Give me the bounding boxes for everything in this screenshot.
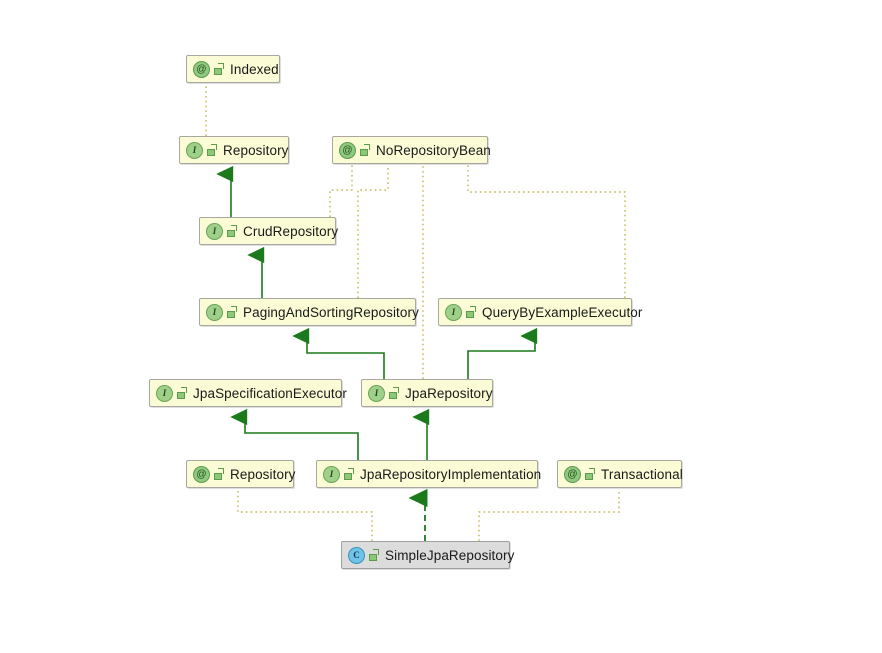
public-lock-icon (227, 306, 238, 318)
edge-crudrepository-norepositorybean (329, 165, 353, 217)
edge-pagingandsorting-norepositorybean (357, 165, 389, 298)
public-lock-icon (585, 468, 596, 480)
public-lock-icon (360, 144, 371, 156)
public-lock-icon (344, 468, 355, 480)
node-label: Transactional (601, 466, 683, 482)
annotation-icon: @ (193, 465, 210, 483)
node-label: SimpleJpaRepository (385, 547, 515, 563)
node-label: CrudRepository (243, 223, 339, 239)
node-repository-annotation[interactable]: @ Repository (186, 460, 296, 488)
public-lock-icon (207, 144, 218, 156)
edge-simplejparepository-transactional (478, 489, 620, 541)
node-repository-interface[interactable]: I Repository (179, 136, 289, 164)
public-lock-icon (214, 468, 225, 480)
interface-icon: I (445, 303, 462, 321)
edge-querybyexample-norepositorybean (467, 165, 626, 298)
public-lock-icon (369, 549, 380, 561)
public-lock-icon (214, 63, 225, 75)
class-icon: C (348, 546, 365, 564)
annotation-icon: @ (564, 465, 581, 483)
public-lock-icon (177, 387, 188, 399)
node-norepositorybean[interactable]: @ NoRepositoryBean (332, 136, 491, 164)
edge-jparepository-pagingandsorting (292, 327, 385, 379)
node-simplejparepository[interactable]: C SimpleJpaRepository (341, 541, 514, 569)
interface-icon: I (206, 303, 223, 321)
node-label: PagingAndSortingRepository (243, 304, 419, 320)
node-label: NoRepositoryBean (376, 142, 491, 158)
edge-simplejparepository-repository-annotation (237, 489, 373, 541)
node-label: JpaRepositoryImplementation (360, 466, 542, 482)
node-label: JpaRepository (405, 385, 493, 401)
annotation-icon: @ (193, 60, 210, 78)
public-lock-icon (227, 225, 238, 237)
interface-icon: I (186, 141, 203, 159)
annotation-icon: @ (339, 141, 356, 159)
node-label: Repository (223, 142, 289, 158)
node-pagingandsortingrepository[interactable]: I PagingAndSortingRepository (199, 298, 419, 326)
node-jparepositoryimplementation[interactable]: I JpaRepositoryImplementation (316, 460, 542, 488)
node-label: Repository (230, 466, 296, 482)
uml-class-diagram-canvas: @ Indexed I Repository @ NoRepositoryBea… (0, 0, 882, 653)
edge-jri-jpaspecificationexecutor (230, 408, 359, 460)
node-querybyexampleexecutor[interactable]: I QueryByExampleExecutor (438, 298, 642, 326)
node-label: QueryByExampleExecutor (482, 304, 643, 320)
interface-icon: I (206, 222, 223, 240)
node-label: JpaSpecificationExecutor (193, 385, 347, 401)
public-lock-icon (466, 306, 477, 318)
node-jparepository[interactable]: I JpaRepository (361, 379, 493, 407)
node-label: Indexed (230, 61, 279, 77)
interface-icon: I (323, 465, 340, 483)
node-indexed[interactable]: @ Indexed (186, 55, 280, 83)
node-crudrepository[interactable]: I CrudRepository (199, 217, 339, 245)
node-jpaspecificationexecutor[interactable]: I JpaSpecificationExecutor (149, 379, 347, 407)
edge-jparepository-querybyexample (467, 327, 538, 379)
node-transactional[interactable]: @ Transactional (557, 460, 683, 488)
public-lock-icon (389, 387, 400, 399)
interface-icon: I (156, 384, 173, 402)
interface-icon: I (368, 384, 385, 402)
